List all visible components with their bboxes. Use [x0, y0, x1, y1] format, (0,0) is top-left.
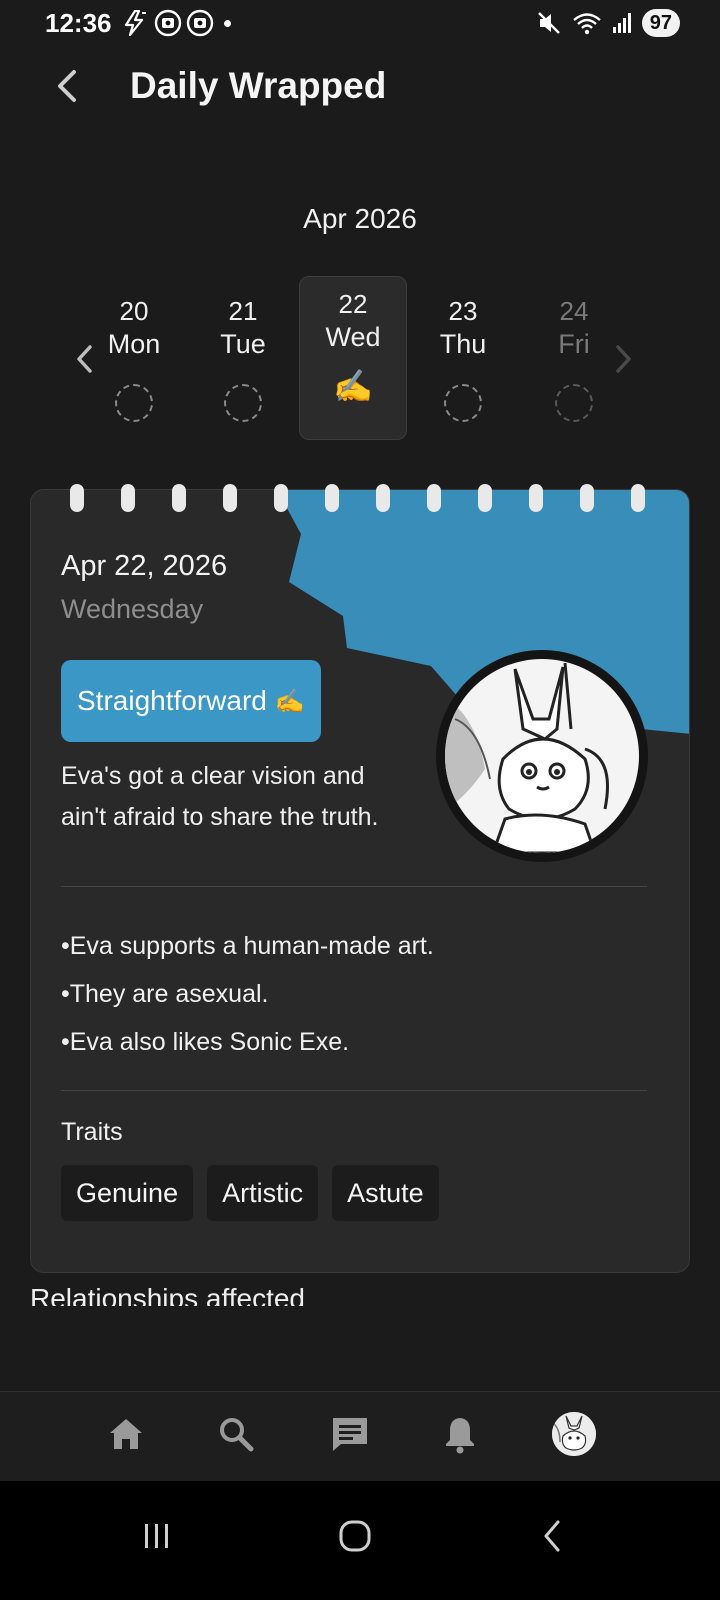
status-left-icons	[122, 9, 231, 37]
dot-icon	[224, 19, 231, 27]
personality-tag-label: Straightforward	[77, 685, 267, 716]
card-description: Eva's got a clear vision and ain't afrai…	[61, 762, 379, 831]
status-bar: 12:36 97	[0, 0, 720, 48]
chat-icon	[333, 1418, 367, 1451]
profile-avatar-large	[436, 650, 648, 862]
binder-ring	[529, 484, 543, 512]
flash-notification-icon	[124, 10, 146, 36]
nav-home[interactable]	[104, 1412, 148, 1456]
binder-ring	[274, 484, 288, 512]
binder-rings	[30, 474, 690, 512]
binder-ring	[427, 484, 441, 512]
fox-character-avatar-icon	[445, 659, 639, 853]
binder-ring	[223, 484, 237, 512]
day-weekday: Wed	[325, 322, 381, 352]
screen: 12:36 97 Daily Wrapped Apr 2026 20 Mon 2…	[0, 0, 720, 1600]
binder-ring	[478, 484, 492, 512]
app-notification-icon	[154, 9, 182, 37]
empty-entry-ring-icon	[555, 384, 593, 422]
card-weekday: Wednesday	[61, 594, 204, 624]
card-date: Apr 22, 2026	[61, 550, 228, 582]
page-title: Daily Wrapped	[130, 65, 387, 106]
signal-icon	[612, 13, 631, 33]
month-label: Apr 2026	[303, 203, 417, 234]
battery-indicator: 97	[641, 9, 680, 37]
home-system-button[interactable]	[330, 1511, 380, 1561]
app-notification-icon	[186, 9, 214, 37]
trait-chip: Genuine	[61, 1165, 194, 1221]
home-circle-icon	[339, 1520, 371, 1552]
day-tue[interactable]: 21 Tue	[189, 276, 297, 440]
fact-item: •They are asexual.	[61, 980, 269, 1008]
search-icon	[220, 1418, 254, 1452]
bell-icon	[446, 1418, 474, 1454]
nav-profile[interactable]	[552, 1412, 596, 1456]
writing-hand-icon: ✍️	[274, 687, 305, 715]
day-number: 21	[228, 296, 258, 326]
empty-entry-ring-icon	[115, 384, 153, 422]
day-wed-selected[interactable]: 22 Wed ✍️	[299, 276, 407, 440]
wifi-icon	[572, 13, 601, 35]
relationships-affected-heading: Relationships affected	[30, 1283, 305, 1306]
nav-notifications[interactable]	[438, 1412, 482, 1456]
trait-chip: Artistic	[207, 1165, 319, 1221]
traits-list: Genuine Artistic Astute	[61, 1165, 439, 1221]
day-weekday: Tue	[220, 329, 266, 359]
status-right-icons: 97	[536, 9, 680, 37]
empty-entry-ring-icon	[224, 384, 262, 422]
fact-item: •Eva also likes Sonic Exe.	[61, 1028, 350, 1056]
back-icon	[544, 1520, 560, 1552]
facts-list: •Eva supports a human-made art. •They ar…	[61, 922, 434, 1066]
divider	[61, 886, 647, 887]
binder-ring	[631, 484, 645, 512]
nav-search[interactable]	[214, 1412, 258, 1456]
bottom-nav	[0, 1391, 720, 1481]
profile-avatar	[552, 1412, 596, 1456]
fact-item: •Eva supports a human-made art.	[61, 932, 434, 960]
day-number: 20	[119, 296, 149, 326]
back-button[interactable]	[48, 64, 88, 108]
recents-icon	[145, 1524, 168, 1548]
divider	[61, 1090, 647, 1091]
day-number: 23	[448, 296, 478, 326]
binder-ring	[172, 484, 186, 512]
home-icon	[110, 1419, 142, 1449]
binder-ring	[121, 484, 135, 512]
personality-tag: Straightforward ✍️	[61, 660, 321, 742]
day-weekday: Thu	[439, 329, 487, 359]
nav-chat[interactable]	[328, 1412, 372, 1456]
day-number: 24	[559, 296, 589, 326]
day-thu[interactable]: 23 Thu	[409, 276, 517, 440]
day-weekday: Mon	[107, 329, 161, 359]
day-number: 22	[338, 289, 368, 319]
trait-chip: Astute	[332, 1165, 439, 1221]
binder-ring	[376, 484, 390, 512]
day-weekday: Fri	[558, 329, 590, 359]
day-mon[interactable]: 20 Mon	[80, 276, 188, 440]
daily-wrapped-card: Apr 22, 2026 Wednesday Straightforward ✍…	[30, 489, 690, 1273]
status-time: 12:36	[45, 8, 112, 38]
day-fri[interactable]: 24 Fri	[520, 276, 628, 440]
traits-label: Traits	[61, 1118, 123, 1146]
binder-ring	[325, 484, 339, 512]
binder-ring	[580, 484, 594, 512]
binder-ring	[70, 484, 84, 512]
back-system-button[interactable]	[528, 1511, 578, 1561]
fox-character-avatar-icon	[552, 1412, 596, 1456]
writing-hand-icon: ✍️	[333, 368, 373, 404]
empty-entry-ring-icon	[444, 384, 482, 422]
mute-icon	[537, 12, 560, 34]
system-nav	[0, 1481, 720, 1600]
recents-button[interactable]	[132, 1511, 182, 1561]
